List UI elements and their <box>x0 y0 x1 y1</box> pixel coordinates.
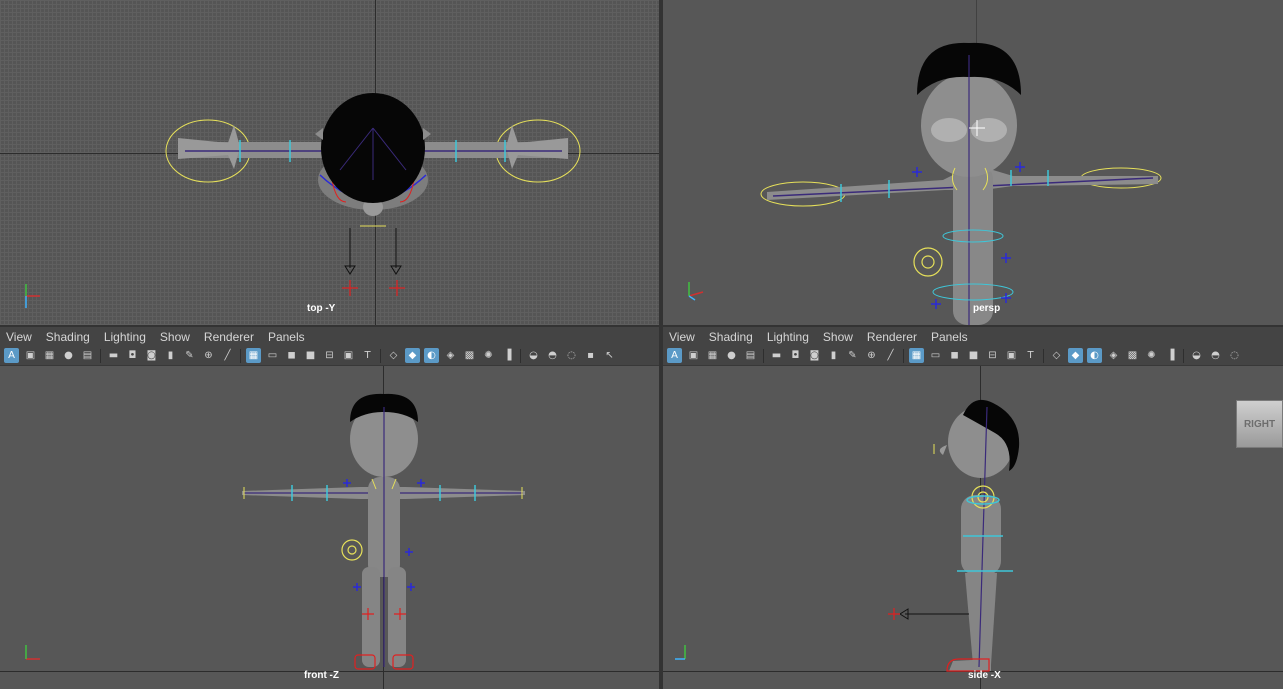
right-hand-mesh <box>506 125 568 169</box>
viewcube[interactable]: RIGHT <box>1236 400 1283 448</box>
root-control <box>913 247 943 277</box>
torso-mesh <box>953 165 993 325</box>
right-ear-mesh <box>423 128 431 140</box>
axis-gizmo-side <box>675 645 686 660</box>
horizontal-splitter[interactable] <box>0 325 1283 327</box>
knee-target <box>888 608 900 620</box>
torso-mesh <box>961 495 1001 575</box>
right-eye-mesh <box>971 118 1007 142</box>
axis-gizmo-top <box>25 284 40 308</box>
axis-gizmo-front <box>25 645 40 660</box>
camera-label-front: front -Z <box>304 670 339 681</box>
front-view-panel[interactable]: View Shading Lighting Show Renderer Pane… <box>0 327 659 689</box>
front-view-scene <box>25 393 525 670</box>
side-view-panel[interactable]: View Shading Lighting Show Renderer Pane… <box>663 327 1283 689</box>
left-ear-mesh <box>315 128 323 140</box>
top-view-panel[interactable]: top -Y <box>0 0 659 325</box>
viewcube-label: RIGHT <box>1243 418 1276 430</box>
camera-label-persp: persp <box>973 303 1001 314</box>
camera-label-side: side -X <box>968 670 1001 681</box>
left-hand-mesh <box>178 125 240 169</box>
left-eye-mesh <box>931 118 967 142</box>
camera-label-top: top -Y <box>307 303 336 314</box>
knee-pole-vectors <box>344 228 402 275</box>
left-leg-mesh <box>362 567 380 667</box>
side-view-scene <box>675 399 1020 672</box>
vertical-splitter[interactable] <box>659 0 663 689</box>
root-control <box>341 539 363 561</box>
nose-mesh <box>939 445 947 455</box>
right-leg-mesh <box>388 567 406 667</box>
top-view-scene <box>25 93 581 308</box>
knee-pole-vector <box>899 608 969 620</box>
persp-view-panel[interactable]: persp <box>663 0 1283 325</box>
persp-view-scene <box>688 42 1162 325</box>
knee-targets <box>342 280 405 296</box>
maya-viewport-layout: top -Y persp View Shading Lighting Show … <box>0 0 1283 689</box>
axis-gizmo-persp <box>688 282 704 301</box>
